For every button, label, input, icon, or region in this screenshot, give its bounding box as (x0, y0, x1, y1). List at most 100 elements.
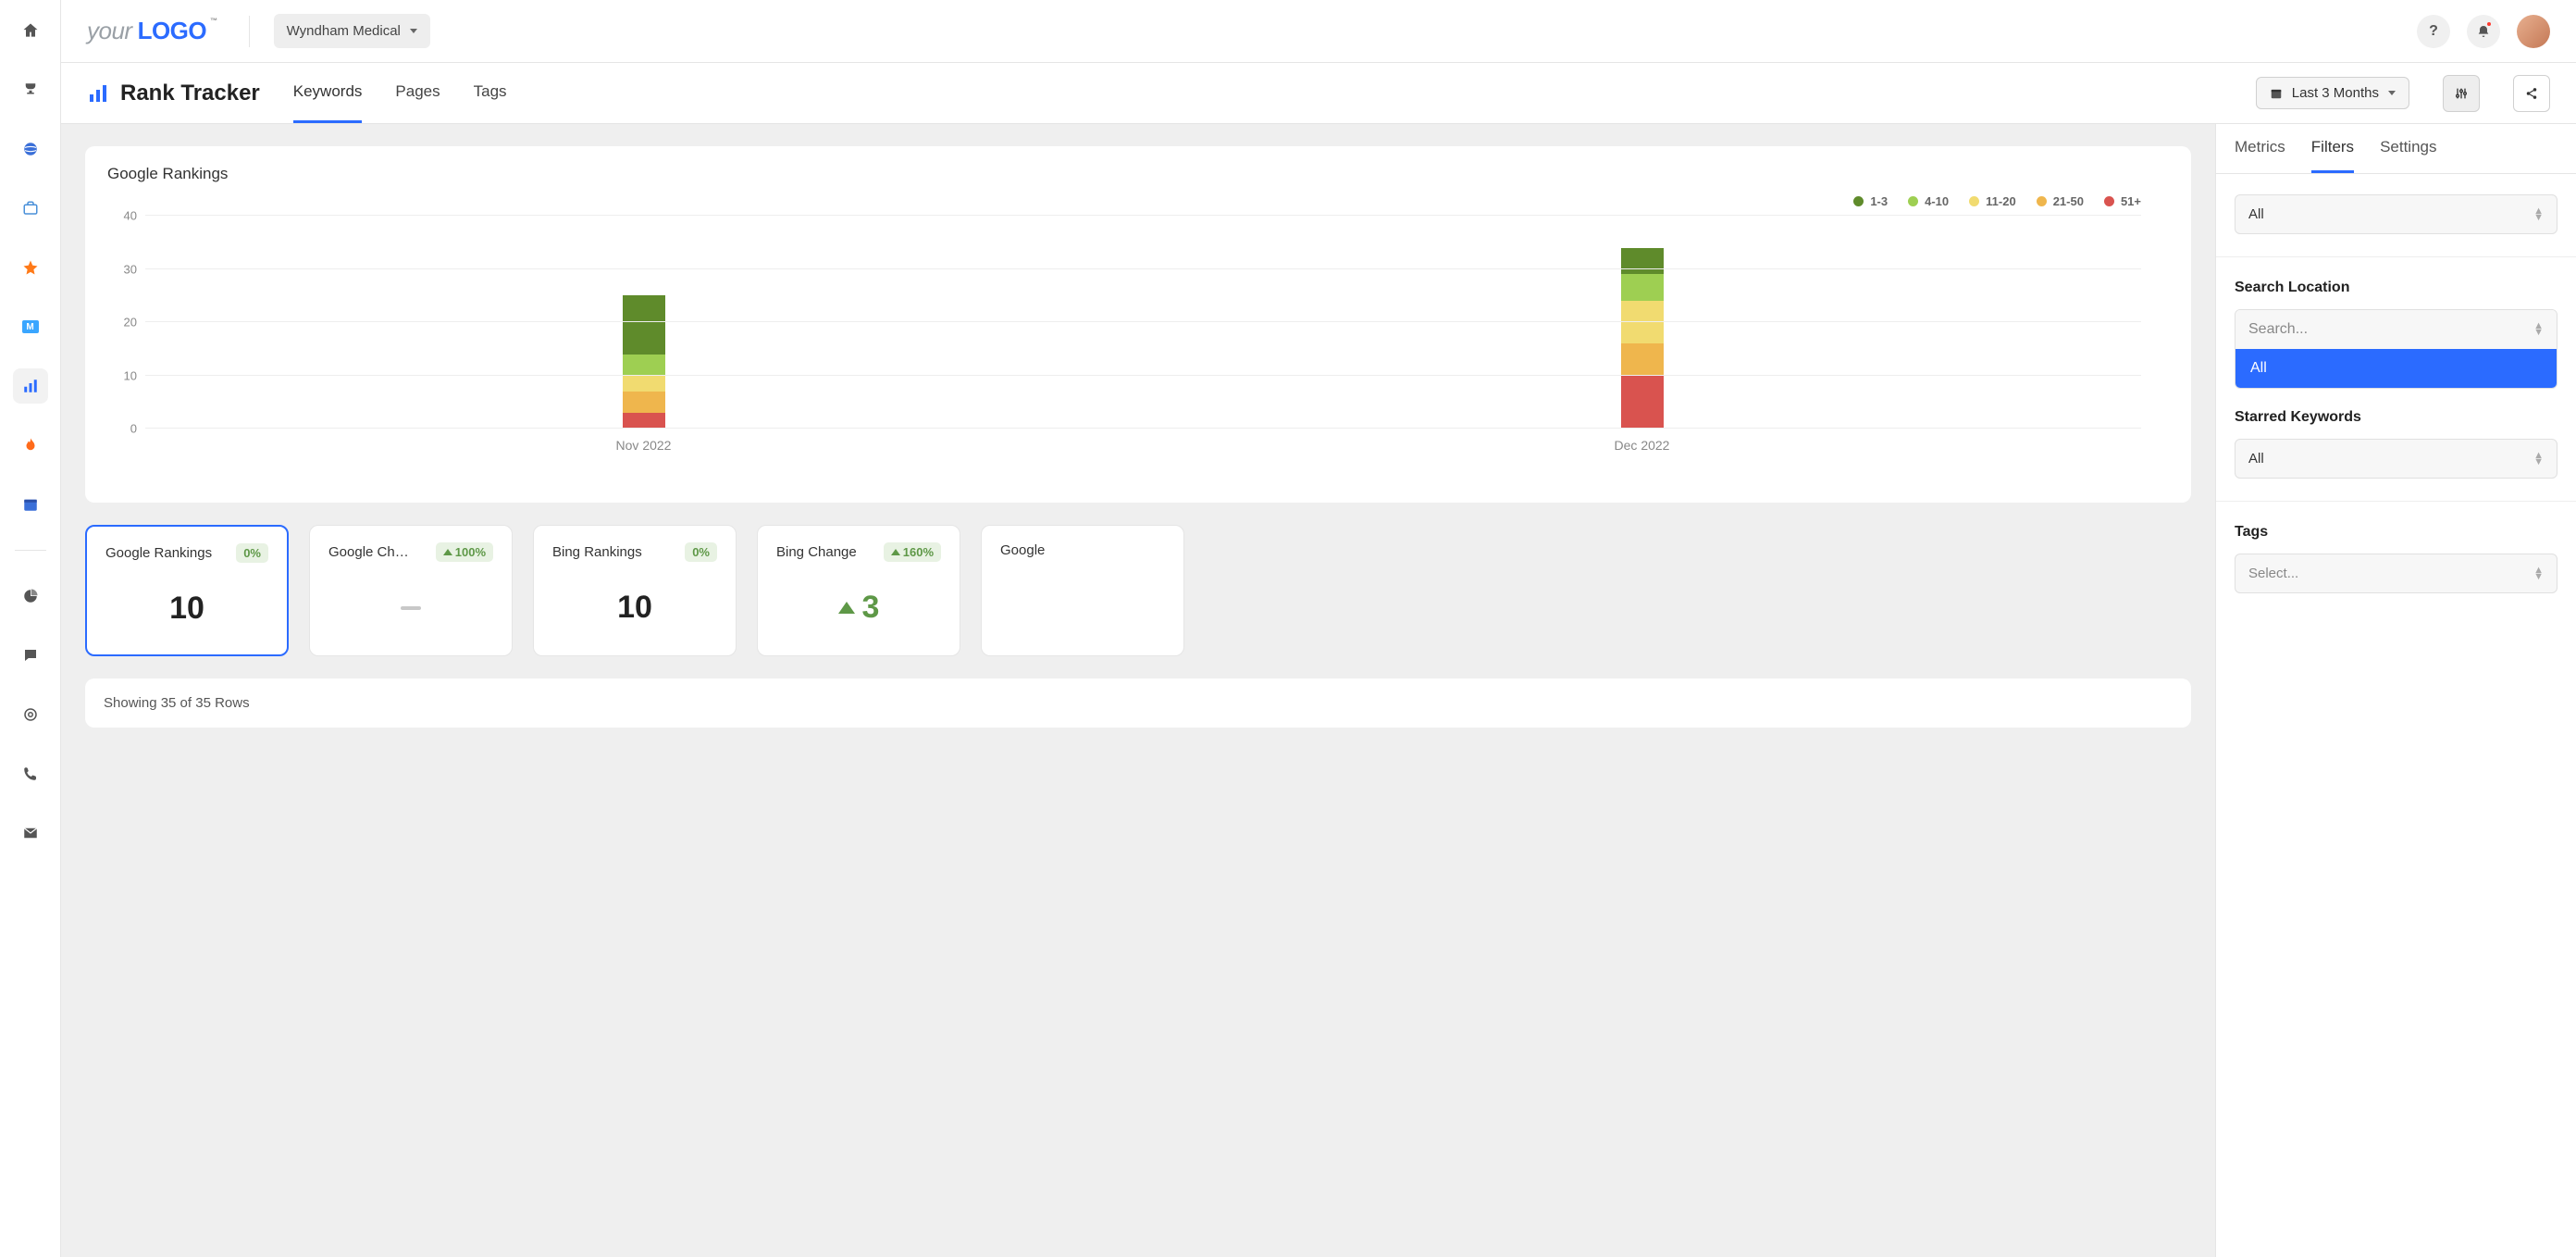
updown-icon: ▲▼ (2533, 453, 2544, 466)
stat-card[interactable]: Google Rankings0%10 (85, 525, 289, 656)
legend-item: 21-50 (2037, 194, 2084, 208)
filter-all-value: All (2248, 206, 2264, 222)
bar-chart-icon (87, 82, 109, 105)
stat-badge: 160% (884, 542, 941, 562)
x-axis-labels: Nov 2022Dec 2022 (144, 429, 2141, 453)
updown-icon: ▲▼ (2533, 208, 2544, 221)
share-button[interactable] (2513, 75, 2550, 112)
chevron-down-icon (410, 29, 417, 33)
mail-icon (22, 825, 39, 841)
stat-badge: 0% (236, 543, 268, 563)
main-content: Google Rankings 1-3 4-10 11-20 21-50 51+… (61, 124, 2215, 1257)
stat-cards-row: Google Rankings0%10Google Ch…100%Bing Ra… (85, 525, 2191, 656)
settings-sliders-button[interactable] (2443, 75, 2480, 112)
stat-card[interactable]: Bing Rankings0%10 (533, 525, 737, 656)
star-icon (22, 259, 39, 276)
logo-tm: ™ (210, 17, 217, 25)
filter-all-select[interactable]: All ▲▼ (2235, 194, 2557, 234)
user-avatar[interactable] (2517, 15, 2550, 48)
results-table-panel: Showing 35 of 35 Rows (85, 678, 2191, 728)
stat-card[interactable]: Google (981, 525, 1184, 656)
y-axis: 010203040 (107, 216, 144, 429)
nav-semrush[interactable] (13, 428, 48, 463)
question-icon: ? (2429, 23, 2438, 40)
nav-rank-tracker[interactable] (13, 368, 48, 404)
nav-mail[interactable] (13, 815, 48, 851)
left-nav-rail: M (0, 0, 61, 1257)
tab-keywords[interactable]: Keywords (293, 63, 363, 123)
legend-item: 11-20 (1969, 194, 2016, 208)
stacked-bar[interactable] (623, 295, 665, 429)
arrow-up-icon (443, 549, 452, 555)
y-tick: 40 (124, 209, 137, 223)
starred-keywords-select[interactable]: All ▲▼ (2235, 439, 2557, 479)
nav-briefcase[interactable] (13, 191, 48, 226)
legend-dot (2104, 196, 2114, 206)
rpanel-tab-settings[interactable]: Settings (2380, 124, 2436, 173)
stat-card[interactable]: Bing Change160%3 (757, 525, 960, 656)
nav-calendar[interactable] (13, 487, 48, 522)
legend-item: 4-10 (1908, 194, 1949, 208)
nav-trophy[interactable] (13, 72, 48, 107)
notifications-button[interactable] (2467, 15, 2500, 48)
logo-text-logo: LOGO (138, 17, 207, 45)
phone-icon (22, 765, 39, 782)
bar-segment (1621, 248, 1664, 275)
nav-target[interactable] (13, 697, 48, 732)
nav-home[interactable] (13, 13, 48, 48)
bar-segment (1621, 301, 1664, 343)
calendar-icon (2270, 87, 2283, 100)
legend-dot (1853, 196, 1864, 206)
search-location-dropdown: ▲▼ All (2235, 309, 2557, 389)
pie-chart-icon (22, 588, 39, 604)
target-icon (22, 706, 39, 723)
tags-select[interactable]: Select... ▲▼ (2235, 554, 2557, 593)
nav-separator (15, 550, 46, 551)
stat-value: 3 (776, 590, 941, 626)
logo-text-your: your (87, 17, 132, 45)
help-button[interactable]: ? (2417, 15, 2450, 48)
x-axis-label: Nov 2022 (144, 429, 1143, 453)
nav-chat[interactable] (13, 638, 48, 673)
chevron-down-icon (2388, 91, 2396, 95)
nav-globe[interactable] (13, 131, 48, 167)
search-location-label: Search Location (2235, 280, 2557, 296)
legend-dot (2037, 196, 2047, 206)
chart-plot (144, 216, 2169, 429)
rpanel-tab-metrics[interactable]: Metrics (2235, 124, 2285, 173)
stacked-bar[interactable] (1621, 248, 1664, 429)
y-tick: 20 (124, 316, 137, 330)
bar-segment (623, 392, 665, 413)
arrow-up-icon (891, 549, 900, 555)
tab-tags[interactable]: Tags (474, 63, 507, 123)
divider (2216, 501, 2576, 502)
starred-keywords-value: All (2248, 451, 2264, 467)
nav-moz[interactable]: M (13, 309, 48, 344)
search-location-option-all[interactable]: All (2235, 349, 2557, 388)
page-title: Rank Tracker (87, 81, 260, 106)
bar-segment (623, 376, 665, 392)
client-selector[interactable]: Wyndham Medical (274, 14, 430, 48)
legend-item: 1-3 (1853, 194, 1888, 208)
bar-segment (1621, 343, 1664, 376)
page-tabs: Keywords Pages Tags (293, 63, 507, 123)
flame-icon (22, 437, 39, 454)
legend-dot (1908, 196, 1918, 206)
divider (249, 16, 250, 47)
client-name: Wyndham Medical (287, 23, 401, 39)
sliders-icon (2454, 86, 2469, 101)
nav-phone[interactable] (13, 756, 48, 791)
stat-title: Google Rankings (105, 545, 212, 561)
stat-value-dash (401, 606, 421, 610)
briefcase-icon (22, 200, 39, 217)
tab-pages[interactable]: Pages (395, 63, 440, 123)
chart-panel: Google Rankings 1-3 4-10 11-20 21-50 51+… (85, 146, 2191, 503)
nav-pie-reports[interactable] (13, 579, 48, 614)
stat-card[interactable]: Google Ch…100% (309, 525, 513, 656)
updown-icon: ▲▼ (2533, 567, 2544, 580)
nav-star[interactable] (13, 250, 48, 285)
search-location-input[interactable] (2248, 321, 2533, 338)
rpanel-tab-filters[interactable]: Filters (2311, 124, 2354, 173)
date-range-selector[interactable]: Last 3 Months (2256, 77, 2409, 109)
y-tick: 30 (124, 262, 137, 276)
